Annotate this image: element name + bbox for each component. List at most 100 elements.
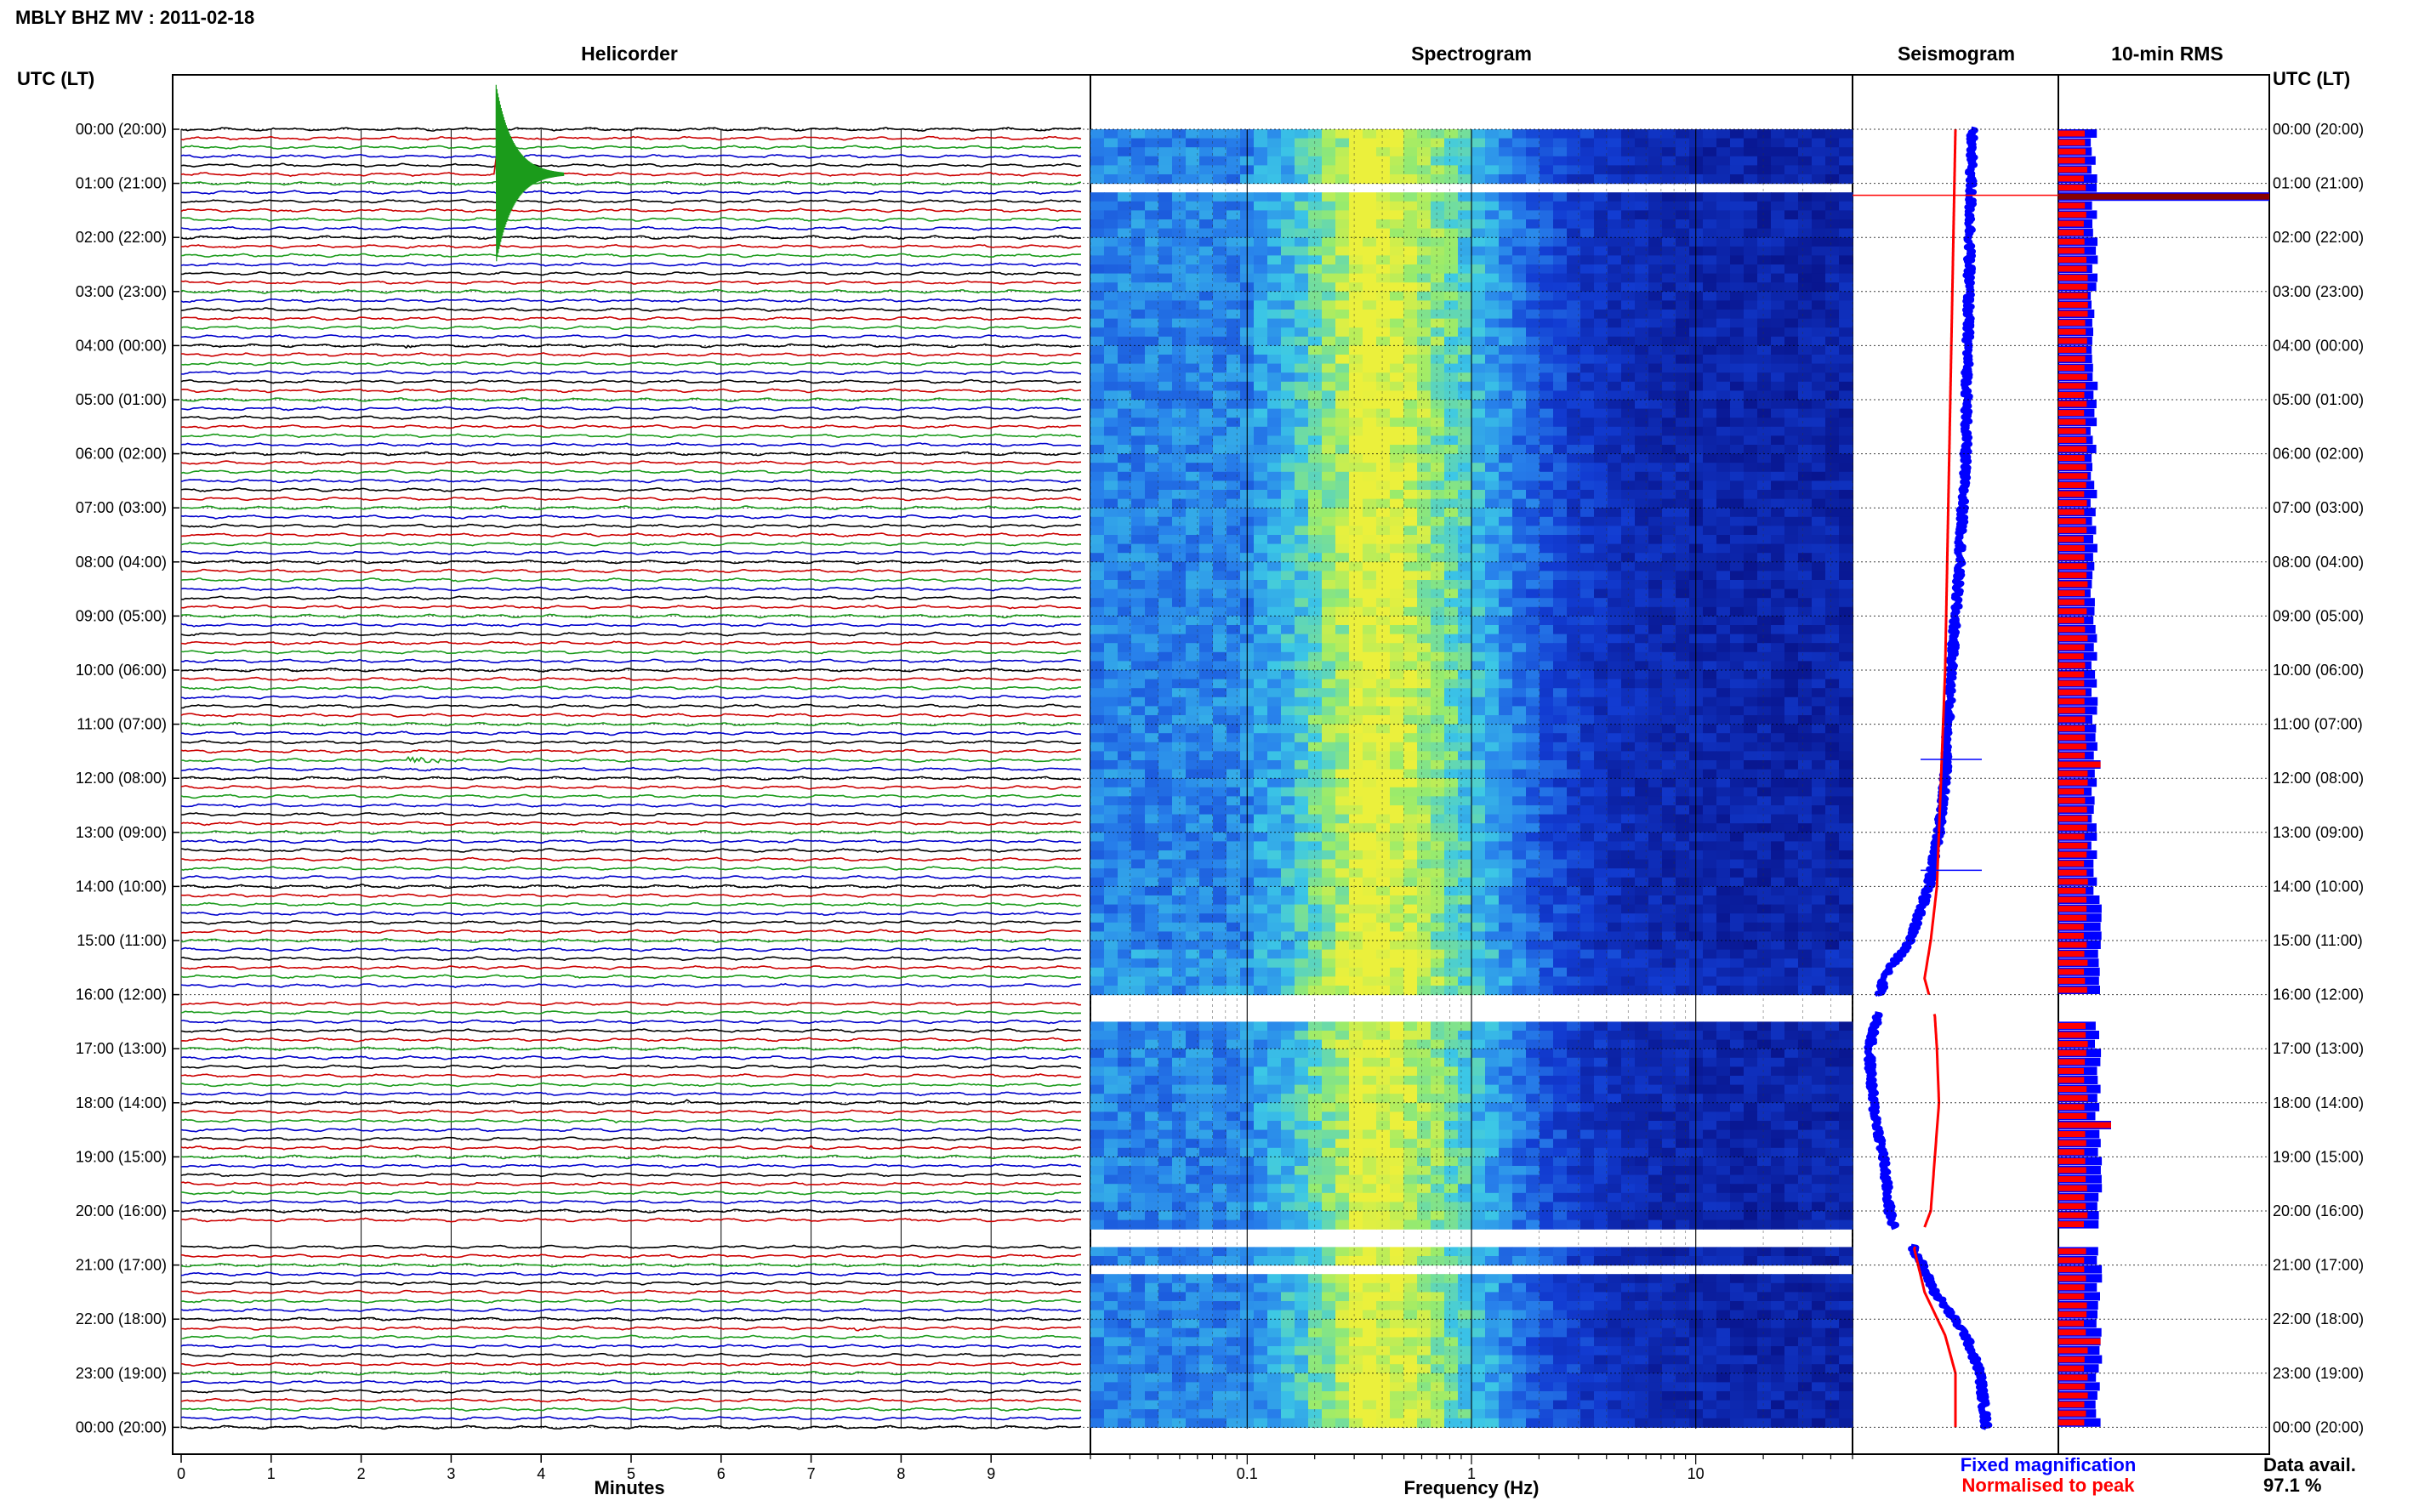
spectrogram-cell [1512, 904, 1527, 914]
spectrogram-cell [1540, 453, 1554, 463]
spectrogram-cell [1458, 561, 1472, 571]
spectrogram-cell [1227, 273, 1241, 283]
spectrogram-cell [1322, 814, 1336, 824]
spectrogram-cell [1254, 228, 1268, 238]
spectrogram-cell [1322, 841, 1336, 851]
spectrogram-cell [1131, 616, 1146, 626]
spectrogram-cell [1485, 381, 1500, 391]
spectrogram-cell [1349, 886, 1363, 896]
spectrogram-cell [1512, 345, 1527, 355]
spectrogram-cell [1227, 246, 1241, 256]
spectrogram-cell [1676, 381, 1690, 391]
spectrogram-cell [1757, 841, 1772, 851]
spectrogram-cell [1771, 598, 1785, 608]
spectrogram-cell [1131, 490, 1146, 500]
spectrogram-cell [1499, 931, 1513, 941]
spectrogram-cell [1526, 273, 1540, 283]
spectrogram-cell [1458, 859, 1472, 869]
spectrogram-cell [1608, 310, 1622, 320]
spectrogram-cell [1635, 769, 1649, 779]
spectrogram-cell [1485, 310, 1500, 320]
spectrogram-cell [1363, 363, 1377, 373]
spectrogram-cell [1540, 913, 1554, 924]
spectrogram-cell [1254, 535, 1268, 545]
spectrogram-cell [1145, 471, 1159, 481]
spectrogram-cell [1825, 651, 1840, 662]
spectrogram-cell [1281, 273, 1295, 283]
spectrogram-cell [1308, 174, 1323, 185]
spectrogram-cell [1594, 742, 1608, 752]
spectrogram-cell [1703, 778, 1717, 788]
spectrogram-cell [1227, 516, 1241, 526]
spectrogram-cell [1771, 859, 1785, 869]
spectrogram-cell [1145, 850, 1159, 861]
spectrogram-cell [1553, 643, 1568, 653]
spectrogram-cell [1335, 571, 1350, 581]
spectrogram-cell [1580, 823, 1595, 833]
spectrogram-cell [1648, 868, 1663, 878]
spectrogram-cell [1757, 327, 1772, 338]
spectrogram-cell [1254, 264, 1268, 275]
spectrogram-cell [1403, 616, 1418, 626]
spectrogram-cell [1689, 336, 1704, 346]
spectrogram-cell [1512, 201, 1527, 211]
spectrogram-cell [1744, 616, 1758, 626]
spectrogram-cell [1267, 886, 1282, 896]
spectrogram-cell [1676, 318, 1690, 328]
spectrogram-cell [1349, 787, 1363, 797]
spectrogram-cell [1172, 787, 1187, 797]
spectrogram-cell [1635, 606, 1649, 617]
spectrogram-cell [1784, 778, 1799, 788]
spectrogram-cell [1703, 796, 1717, 806]
spectrogram-cell [1771, 516, 1785, 526]
spectrogram-cell [1295, 814, 1309, 824]
spectrogram-cell [1485, 355, 1500, 365]
spectrogram-cell [1131, 291, 1146, 301]
spectrogram-cell [1784, 588, 1799, 599]
spectrogram-cell [1213, 463, 1227, 473]
spectrogram-cell [1295, 553, 1309, 563]
spectrogram-cell [1798, 480, 1813, 491]
spectrogram-cell [1104, 282, 1118, 293]
spectrogram-cell [1254, 859, 1268, 869]
spectrogram-cell [1281, 526, 1295, 536]
spectrogram-cell [1635, 255, 1649, 265]
spectrogram-cell [1131, 516, 1146, 526]
spectrogram-cell [1594, 724, 1608, 734]
spectrogram-cell [1417, 832, 1431, 842]
spectrogram-cell [1594, 670, 1608, 680]
spectrogram-cell [1390, 760, 1404, 770]
spectrogram-cell [1417, 769, 1431, 779]
spectrogram-cell [1689, 571, 1704, 581]
spectrogram-cell [1512, 571, 1527, 581]
spectrogram-cell [1798, 760, 1813, 770]
spectrogram-cell [1730, 282, 1745, 293]
spectrogram-cell [1553, 201, 1568, 211]
spectrogram-cell [1458, 832, 1472, 842]
spectrogram-cell [1689, 372, 1704, 383]
spectrogram-cell [1254, 355, 1268, 365]
spectrogram-cell [1090, 129, 1105, 139]
spectrogram-cell [1608, 561, 1622, 571]
spectrogram-cell [1757, 310, 1772, 320]
spectrogram-cell [1104, 841, 1118, 851]
spectrogram-cell [1363, 345, 1377, 355]
spectrogram-cell [1553, 598, 1568, 608]
spectrogram-cell [1812, 651, 1826, 662]
spectrogram-cell [1444, 733, 1459, 743]
spectrogram-cell [1431, 922, 1445, 932]
spectrogram-cell [1757, 634, 1772, 644]
spectrogram-cell [1349, 246, 1363, 256]
spectrogram-cell [1227, 471, 1241, 481]
spectrogram-cell [1771, 345, 1785, 355]
spectrogram-cell [1526, 588, 1540, 599]
spectrogram-cell [1757, 733, 1772, 743]
spectrogram-cell [1295, 453, 1309, 463]
spectrogram-cell [1825, 192, 1840, 202]
spectrogram-cell [1403, 535, 1418, 545]
spectrogram-cell [1267, 201, 1282, 211]
spectrogram-cell [1812, 174, 1826, 185]
spectrogram-cell [1812, 129, 1826, 139]
spectrogram-cell [1431, 516, 1445, 526]
spectrogram-cell [1716, 850, 1731, 861]
